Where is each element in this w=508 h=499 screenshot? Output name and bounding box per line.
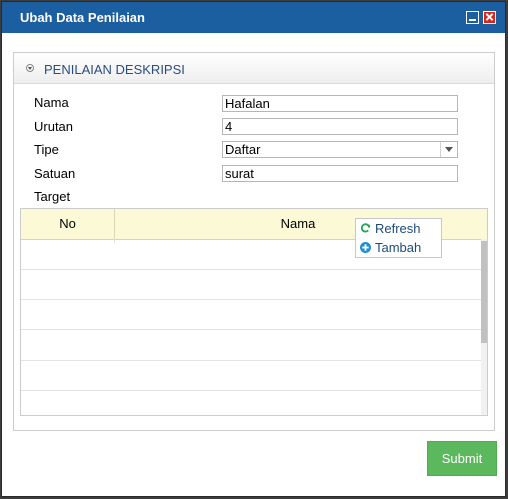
table-row[interactable] — [21, 391, 481, 415]
satuan-label: Satuan — [34, 166, 76, 181]
scrollbar-thumb[interactable] — [481, 241, 487, 343]
refresh-icon — [360, 223, 371, 233]
chevron-down-icon[interactable] — [440, 142, 457, 157]
dialog-window: Ubah Data Penilaian PENILAIAN DESKRIPSI … — [1, 1, 506, 497]
plus-circle-icon — [360, 242, 371, 253]
menu-item-label: Tambah — [375, 240, 422, 255]
panel-title: PENILAIAN DESKRIPSI — [44, 62, 185, 77]
nama-label: Nama — [34, 95, 69, 110]
menu-item-refresh[interactable]: Refresh — [360, 220, 421, 238]
panel-header[interactable]: PENILAIAN DESKRIPSI — [14, 53, 494, 84]
tipe-select-value: Daftar — [225, 142, 261, 157]
tipe-select[interactable]: Daftar — [222, 141, 458, 158]
table-row[interactable] — [21, 361, 481, 391]
menu-item-tambah[interactable]: Tambah — [360, 239, 421, 257]
context-menu: Refresh Tambah — [355, 218, 442, 258]
tipe-label: Tipe — [34, 142, 59, 157]
vertical-scrollbar[interactable] — [481, 239, 487, 415]
table-row[interactable] — [21, 300, 481, 330]
collapse-icon[interactable] — [26, 64, 34, 72]
minimize-icon[interactable] — [466, 11, 479, 24]
column-header-no[interactable]: No — [21, 209, 115, 239]
target-label: Target — [34, 189, 71, 204]
nama-field[interactable] — [222, 95, 458, 112]
close-icon[interactable] — [483, 11, 496, 24]
window-title: Ubah Data Penilaian — [20, 10, 145, 25]
urutan-label: Urutan — [34, 119, 74, 134]
table-row[interactable] — [21, 270, 481, 300]
titlebar[interactable]: Ubah Data Penilaian — [2, 2, 505, 33]
table-row[interactable] — [21, 331, 481, 361]
penilaian-panel: PENILAIAN DESKRIPSI Nama Urutan Tipe Daf… — [13, 52, 495, 431]
menu-item-label: Refresh — [375, 221, 421, 236]
submit-button[interactable]: Submit — [427, 441, 497, 476]
satuan-field[interactable] — [222, 165, 458, 182]
urutan-field[interactable] — [222, 118, 458, 135]
